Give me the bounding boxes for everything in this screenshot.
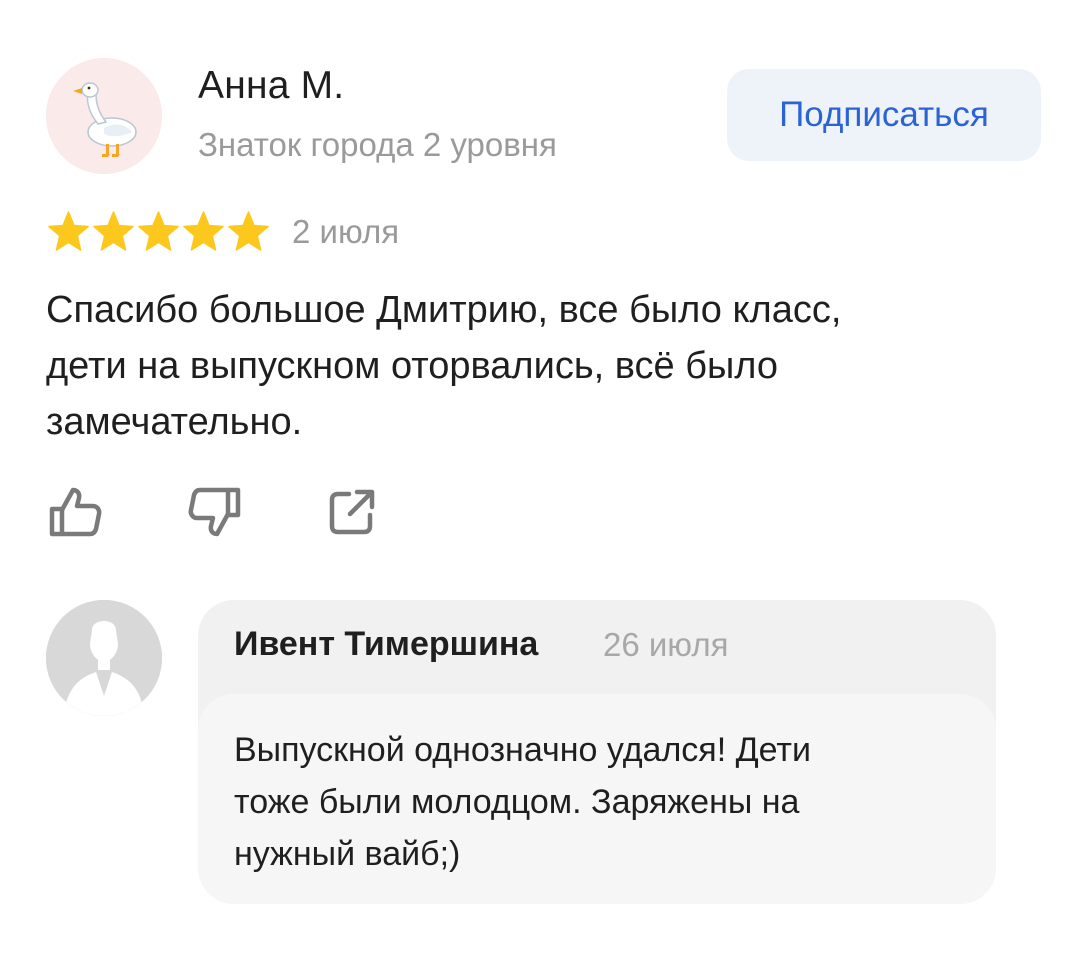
thumbs-up-icon [49, 487, 102, 537]
star-icon [181, 208, 226, 256]
reply-author-name: Ивент Тимершина [234, 625, 539, 663]
reply-author-avatar [46, 600, 162, 716]
author-name[interactable]: Анна М. [198, 64, 344, 108]
goose-icon [46, 58, 162, 174]
reply-card: Ивент Тимершина 26 июля Выпускной однозн… [198, 600, 996, 904]
reply-body: Выпускной однозначно удался! Дети тоже б… [198, 694, 996, 904]
author-level: Знаток города 2 уровня [198, 126, 557, 163]
review-date: 2 июля [292, 213, 400, 250]
subscribe-button[interactable]: Подписаться [727, 69, 1041, 161]
dislike-button[interactable] [184, 482, 244, 542]
star-icon [91, 208, 136, 256]
rating-stars [46, 208, 271, 256]
reply-text: Выпускной однозначно удался! Дети тоже б… [234, 731, 811, 873]
share-icon [329, 489, 375, 535]
author-avatar[interactable] [46, 58, 162, 174]
review-card: Анна М. Знаток города 2 уровня Подписать… [0, 0, 1088, 959]
share-button[interactable] [322, 482, 382, 542]
thumbs-down-icon [188, 487, 241, 537]
star-icon [136, 208, 181, 256]
like-button[interactable] [46, 482, 106, 542]
review-text: Спасибо большое Дмитрию, все было класс,… [46, 289, 842, 443]
star-icon [46, 208, 91, 256]
reply-date: 26 июля [603, 626, 729, 663]
star-icon [226, 208, 271, 256]
default-user-icon [46, 600, 162, 716]
